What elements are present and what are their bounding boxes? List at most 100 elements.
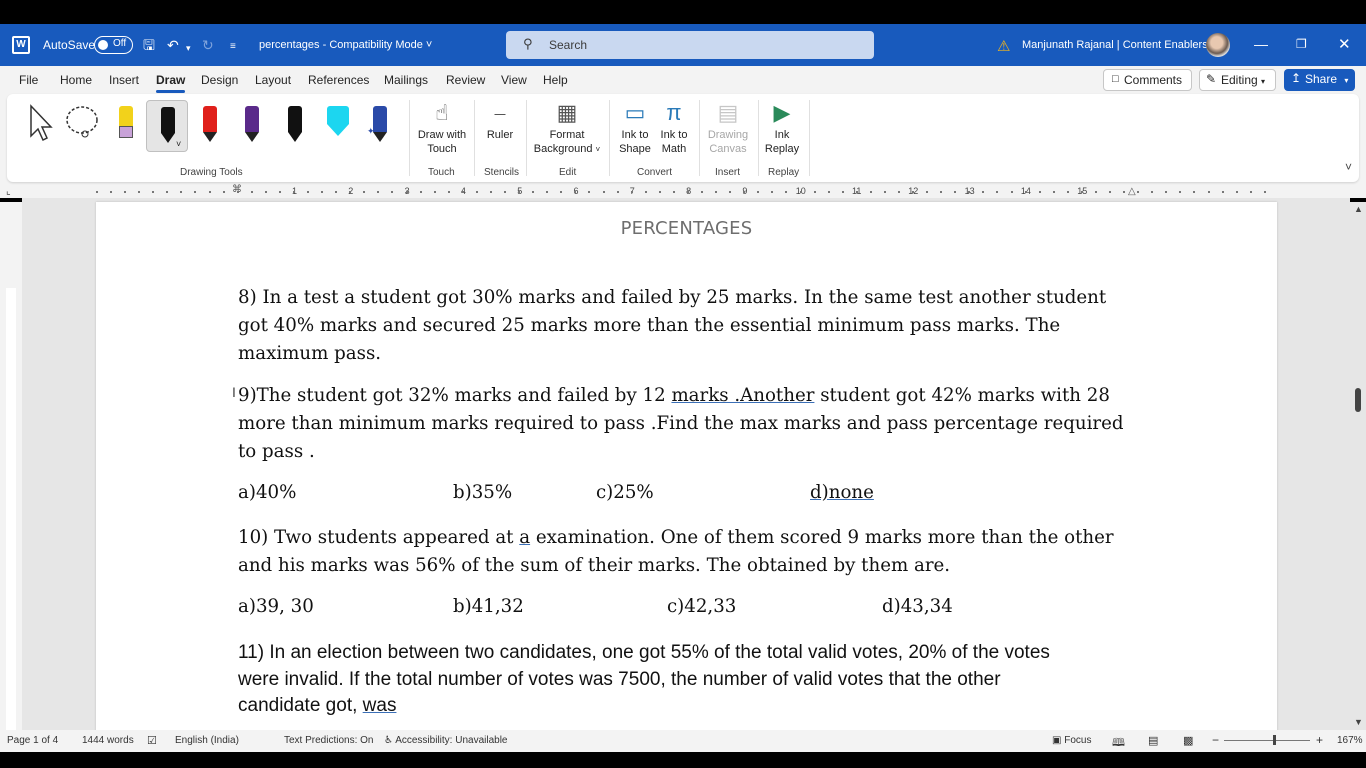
tab-draw[interactable]: Draw <box>156 73 186 93</box>
user-name[interactable]: Manjunath Rajanal | Content Enablers <box>1022 39 1208 51</box>
redo-icon[interactable]: ↻ <box>202 37 214 53</box>
tab-references[interactable]: References <box>308 73 369 87</box>
question-11[interactable]: 11) In an election between two candidate… <box>238 640 1178 720</box>
ruler-tick <box>701 191 703 193</box>
ruler-button[interactable]: ⎯ Ruler <box>479 98 521 142</box>
zoom-slider[interactable] <box>1224 740 1310 741</box>
ruler-tick <box>982 191 984 193</box>
spelling-underline[interactable]: a <box>519 527 530 548</box>
autosave-label: AutoSave <box>43 38 96 52</box>
lasso-select-tool[interactable] <box>63 100 99 152</box>
chevron-down-icon[interactable]: ˅ <box>176 139 181 149</box>
divider <box>809 100 810 176</box>
select-tool[interactable] <box>21 100 57 152</box>
toggle-knob <box>98 40 108 50</box>
lasso-icon <box>66 106 98 138</box>
avatar[interactable] <box>1206 33 1230 57</box>
ruler-tick <box>785 191 787 193</box>
button-label: Background ˅ <box>533 143 601 155</box>
focus-mode-button[interactable]: ▣ Focus <box>1052 735 1091 746</box>
comments-button[interactable]: □ Comments <box>1103 69 1192 91</box>
proofing-icon[interactable]: ☑ <box>147 734 157 747</box>
ruler-tick <box>251 191 253 193</box>
pen-red-tool[interactable] <box>191 100 227 152</box>
search-box[interactable]: ⚲ Search <box>506 31 874 59</box>
tab-help[interactable]: Help <box>543 73 568 87</box>
undo-icon[interactable]: ↶ <box>167 37 179 53</box>
ruler-tick <box>391 191 393 193</box>
question-9[interactable]: 9)The student got 32% marks and failed b… <box>238 382 1168 466</box>
tab-mailings[interactable]: Mailings <box>384 73 428 87</box>
vertical-scrollbar[interactable]: ▲ ▼ <box>1350 202 1366 730</box>
page-count[interactable]: Page 1 of 4 <box>7 735 58 746</box>
tab-design[interactable]: Design <box>201 73 238 87</box>
zoom-level[interactable]: 167% <box>1337 735 1363 746</box>
tab-insert[interactable]: Insert <box>109 73 139 87</box>
button-label: Ink <box>774 129 790 141</box>
spelling-underline[interactable]: marks .Another <box>671 385 814 406</box>
scroll-up-icon[interactable]: ▲ <box>1354 204 1363 214</box>
group-label-convert: Convert <box>637 167 673 178</box>
ink-to-shape-button[interactable]: ▭ Ink to Shape <box>615 98 655 156</box>
pen-tip <box>161 133 175 143</box>
scrollbar-thumb[interactable] <box>1355 388 1361 412</box>
draw-with-touch-button[interactable]: ☝ Draw with Touch <box>412 98 472 156</box>
restore-icon[interactable]: ❐ <box>1296 37 1307 51</box>
tab-view[interactable]: View <box>501 73 527 87</box>
language-indicator[interactable]: English (India) <box>175 735 239 746</box>
pencil-black-tool[interactable] <box>276 100 312 152</box>
pen-black-tool[interactable]: ˅ <box>146 100 188 152</box>
tab-home[interactable]: Home <box>60 73 92 87</box>
question-10[interactable]: 10) Two students appeared at a examinati… <box>238 524 1168 580</box>
share-button[interactable]: ↥ Share ▾ <box>1284 69 1355 91</box>
word-count[interactable]: 1444 words <box>82 735 134 746</box>
ink-to-math-button[interactable]: π Ink to Math <box>654 98 694 156</box>
undo-dropdown-icon[interactable]: ▾ <box>186 40 191 56</box>
question-8[interactable]: 8) In a test a student got 30% marks and… <box>238 284 1138 368</box>
editing-mode-button[interactable]: ✎ Editing ▾ <box>1199 69 1276 91</box>
ruler-tick <box>194 191 196 193</box>
spelling-underline[interactable]: was <box>363 695 397 716</box>
save-icon[interactable]: 🖫 <box>143 37 155 53</box>
zoom-in-icon[interactable]: + <box>1316 733 1323 747</box>
tab-file[interactable]: File <box>19 73 38 87</box>
zoom-out-icon[interactable]: − <box>1212 733 1219 747</box>
collapse-ribbon-icon[interactable]: ˅ <box>1345 160 1352 174</box>
tab-stop-selector[interactable]: ⌞ <box>6 186 11 197</box>
print-layout-icon[interactable]: ▤ <box>1148 734 1158 747</box>
web-layout-icon[interactable]: ▩ <box>1183 734 1193 747</box>
button-label: Shape <box>619 143 651 155</box>
highlighter-cyan-tool[interactable] <box>319 100 355 152</box>
ruler-tick <box>1011 191 1013 193</box>
pen-galaxy-tool[interactable]: ✦ <box>361 100 397 152</box>
tab-layout[interactable]: Layout <box>255 73 291 87</box>
text-predictions-status[interactable]: Text Predictions: On <box>284 735 373 746</box>
tab-review[interactable]: Review <box>446 73 485 87</box>
close-icon[interactable]: ✕ <box>1338 35 1351 53</box>
ruler-tick <box>617 191 619 193</box>
ruler-tick <box>1250 191 1252 193</box>
document-title[interactable]: percentages - Compatibility Mode ˅ <box>259 39 432 51</box>
minimize-icon[interactable]: — <box>1254 36 1268 52</box>
ruler-tick <box>814 191 816 193</box>
ruler-tick <box>603 191 605 193</box>
scroll-down-icon[interactable]: ▼ <box>1354 717 1363 727</box>
read-mode-icon[interactable]: 🕮 <box>1112 734 1125 753</box>
document-area[interactable]: PERCENTAGES 8) In a test a student got 3… <box>22 198 1350 730</box>
accessibility-status[interactable]: ♿ Accessibility: Unavailable <box>384 735 507 746</box>
warning-icon[interactable]: ⚠ <box>997 37 1010 55</box>
pen-purple-tool[interactable] <box>233 100 269 152</box>
format-background-button[interactable]: ▦ Format Background ˅ <box>530 98 604 157</box>
zoom-slider-thumb[interactable] <box>1273 735 1276 745</box>
pen-tip <box>373 132 387 142</box>
ruler-tick <box>1025 191 1027 193</box>
document-page[interactable]: PERCENTAGES 8) In a test a student got 3… <box>96 202 1277 730</box>
ink-replay-button[interactable]: ▶ Ink Replay <box>760 98 804 156</box>
autosave-toggle[interactable]: Off <box>94 36 133 54</box>
search-icon: ⚲ <box>523 36 533 51</box>
customize-qat-icon[interactable]: ≡ <box>230 39 236 55</box>
highlighter-yellow-tool[interactable] <box>107 100 143 152</box>
drawing-canvas-button[interactable]: ▤ Drawing Canvas <box>703 98 753 156</box>
right-indent-marker-icon[interactable]: △ <box>1128 186 1136 197</box>
indent-marker-icon[interactable]: ⌘ <box>232 184 242 195</box>
